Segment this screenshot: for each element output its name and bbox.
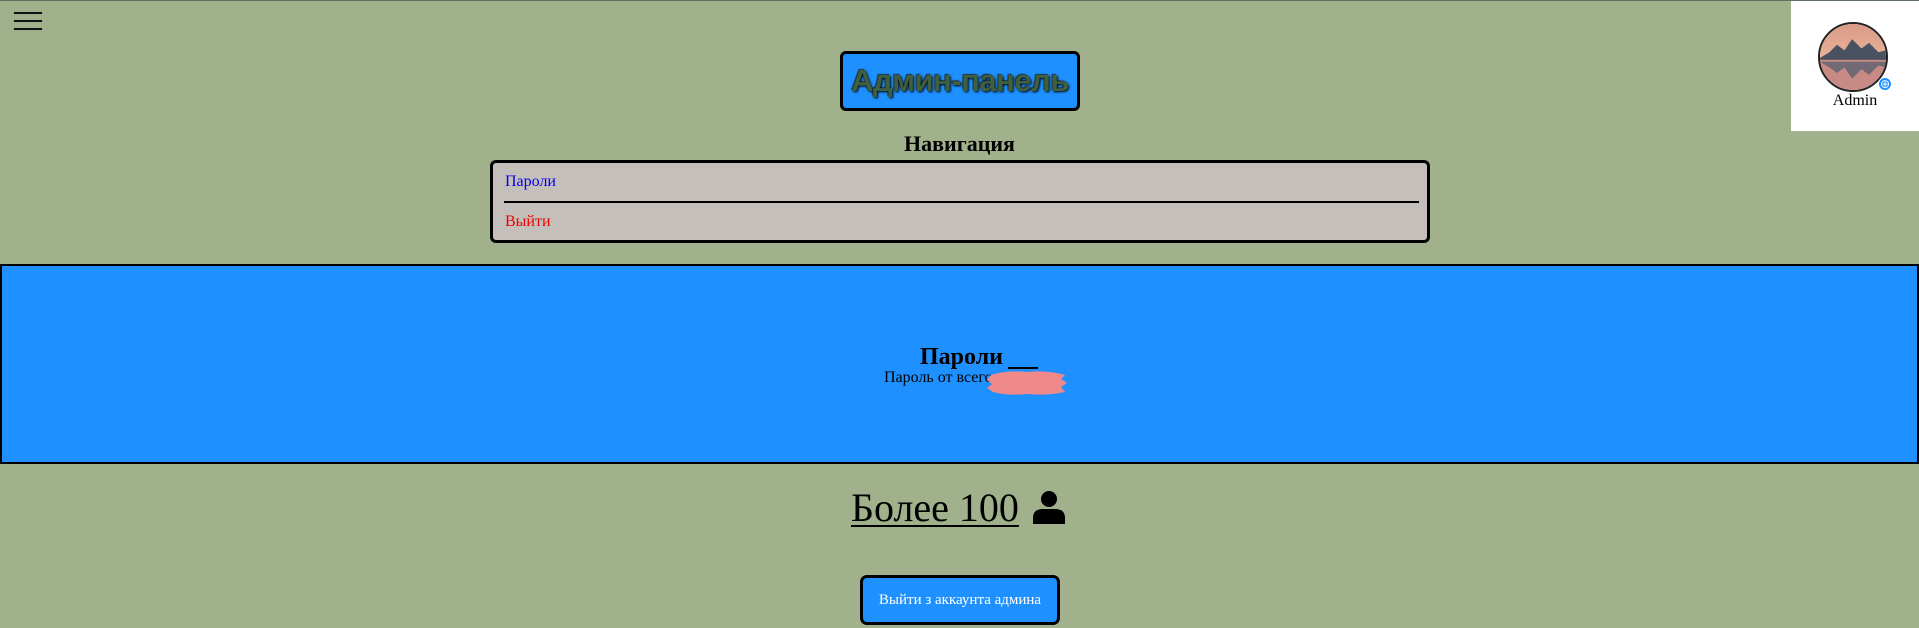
top-border <box>0 0 1919 1</box>
hamburger-menu-icon[interactable] <box>14 10 42 32</box>
nav-link-passwords[interactable]: Пароли <box>505 173 556 191</box>
redaction-mark <box>987 371 1067 395</box>
profile-card[interactable]: ⊕ Admin <box>1791 1 1919 131</box>
nav-link-logout[interactable]: Выйти <box>505 213 551 231</box>
page-title: Админ-панель <box>840 51 1080 111</box>
logout-admin-button[interactable]: Выйти з аккаунта админа <box>860 575 1060 625</box>
hamburger-line <box>14 28 42 30</box>
passwords-heading: Пароли <box>920 344 1003 370</box>
add-photo-icon[interactable]: ⊕ <box>1878 77 1892 91</box>
hamburger-line <box>14 12 42 14</box>
users-count: Более 100 <box>851 485 1019 530</box>
passwords-section: Пароли Пароль от всего <box>0 264 1919 464</box>
user-icon <box>1033 491 1065 524</box>
hamburger-line <box>14 20 42 22</box>
avatar-image <box>1820 24 1886 90</box>
nav-divider <box>504 201 1419 203</box>
navigation-panel: Пароли Выйти <box>490 160 1430 243</box>
profile-name: Admin <box>1832 92 1878 109</box>
navigation-heading: Навигация <box>904 131 1015 156</box>
passwords-text: Пароль от всего <box>884 369 993 386</box>
